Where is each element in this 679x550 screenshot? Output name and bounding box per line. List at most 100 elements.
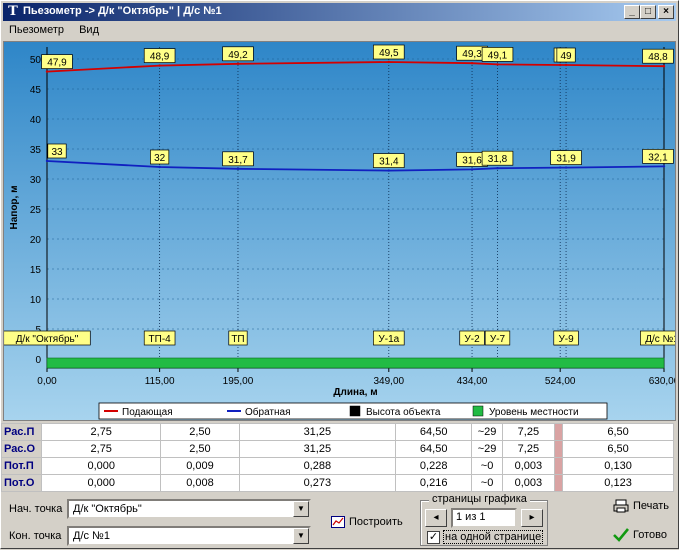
data-point (470, 168, 474, 171)
legend-swatch (349, 405, 361, 417)
maximize-button[interactable]: □ (640, 5, 656, 19)
x-axis-label: Длина, м (333, 387, 377, 398)
x-tick-label: 524,00 (545, 376, 576, 387)
minimize-button[interactable]: _ (624, 5, 640, 19)
legend-label: Подающая (122, 407, 173, 418)
table-cell: 2,75 (41, 440, 162, 458)
data-label: 31,6 (462, 155, 482, 166)
node-label: У-2 (464, 334, 480, 345)
data-point (564, 63, 568, 67)
data-point (558, 166, 562, 169)
y-tick-label: 35 (30, 145, 42, 156)
node-label: У-1а (378, 334, 399, 345)
y-tick-label: 30 (30, 175, 42, 186)
data-label: 31,7 (228, 155, 248, 166)
chevron-down-icon[interactable]: ▼ (293, 501, 309, 517)
table-cell: 0,228 (394, 457, 473, 475)
one-page-label: на одной странице (443, 530, 544, 544)
node-label: ТП (231, 334, 244, 345)
data-point (558, 63, 562, 67)
one-page-checkbox-row[interactable]: ✓ на одной странице (427, 530, 544, 544)
y-tick-label: 10 (30, 295, 42, 306)
x-tick-label: 349,00 (374, 376, 405, 387)
prev-page-button[interactable]: ◂ (425, 509, 447, 527)
legend-label: Уровень местности (489, 407, 579, 418)
start-point-select[interactable]: Д/к "Октябрь" ▼ (67, 499, 311, 519)
node-label: У-9 (558, 334, 574, 345)
data-point (496, 167, 499, 170)
table-cell: 0,273 (238, 474, 396, 492)
y-tick-label: 45 (30, 85, 42, 96)
data-point (45, 70, 49, 73)
table-cell: 7,25 (501, 440, 556, 458)
data-label: 32 (154, 153, 166, 164)
data-label: 33 (51, 147, 63, 158)
data-point (387, 169, 390, 172)
table-cell: 6,50 (562, 423, 674, 441)
piezometer-app-icon: T (8, 4, 18, 19)
table-cell: 64,50 (394, 423, 473, 441)
chart-svg: 05101520253035404550Напор, м0,00 115,00 19… (4, 42, 676, 420)
table-row: Рас.П 2,75 2,50 31,25 64,50 ~29 7,25 6,50 (0, 423, 674, 441)
table-cell: 2,75 (41, 423, 162, 441)
data-point (236, 62, 240, 65)
data-point (564, 166, 568, 169)
menu-piezometer[interactable]: Пьезометр (3, 22, 70, 38)
table-cell (554, 440, 564, 458)
next-page-icon: ▸ (529, 512, 535, 523)
legend-swatch (472, 405, 484, 417)
table-cell: ~0 (471, 474, 503, 492)
y-tick-label: 40 (30, 115, 42, 126)
data-point (158, 64, 161, 67)
one-page-checkbox[interactable]: ✓ (427, 530, 440, 544)
table-cell: 0,003 (501, 457, 556, 475)
table-cell: 0,000 (41, 457, 162, 475)
x-tick-label: 434,00 (457, 376, 488, 387)
x-tick-label: 0,00 (37, 376, 57, 387)
printer-icon (613, 499, 629, 513)
next-page-button[interactable]: ▸ (521, 509, 543, 527)
data-label: 48,8 (648, 52, 668, 63)
data-point (662, 65, 666, 68)
data-point (236, 167, 240, 170)
build-button[interactable]: Построить (331, 516, 403, 528)
data-label: 49,1 (488, 50, 508, 61)
y-tick-label: 25 (30, 205, 42, 216)
table-cell: 0,123 (562, 474, 674, 492)
node-label: У-7 (490, 334, 506, 345)
data-label: 47,9 (47, 58, 67, 69)
table-cell: 2,50 (160, 423, 240, 441)
app-window: T Пьезометр -> Д/к "Октябрь" | Д/с №1 _ … (0, 0, 679, 549)
row-header: Пот.П (0, 457, 43, 475)
x-tick-label: 115,00 (145, 376, 175, 387)
prev-page-icon: ◂ (433, 512, 439, 523)
data-label: 31,8 (488, 154, 508, 165)
table-cell: ~0 (471, 457, 503, 475)
data-point (496, 63, 499, 66)
page-input[interactable]: 1 из 1 (451, 508, 517, 528)
x-tick-label: 195,00 (223, 376, 254, 387)
chevron-down-icon[interactable]: ▼ (293, 528, 309, 544)
data-point (158, 165, 161, 169)
table-cell: 6,50 (562, 440, 674, 458)
table-cell: 0,003 (501, 474, 556, 492)
y-tick-label: 20 (30, 235, 42, 246)
row-header: Пот.О (0, 474, 43, 492)
print-button[interactable]: Печать (613, 499, 669, 513)
data-point (662, 165, 666, 168)
x-tick-label: 630,00 (649, 376, 676, 387)
title-bar[interactable]: T Пьезометр -> Д/к "Октябрь" | Д/с №1 _ … (3, 3, 676, 21)
legend-label: Высота объекта (366, 406, 441, 418)
close-button[interactable]: × (658, 5, 674, 19)
table-cell: 0,216 (394, 474, 473, 492)
legend-label: Обратная (245, 406, 291, 418)
table-row: Пот.П 0,000 0,009 0,288 0,228 ~0 0,003 0,130 (0, 457, 674, 475)
data-point (387, 60, 390, 64)
data-label: 49,2 (228, 50, 248, 61)
menu-view[interactable]: Вид (73, 22, 105, 38)
done-button[interactable]: Готово (613, 528, 667, 542)
node-label: Д/с №1 (645, 334, 676, 345)
end-point-label: Кон. точка (9, 530, 62, 542)
menu-bar: Пьезометр Вид (3, 22, 676, 40)
end-point-select[interactable]: Д/с №1 ▼ (67, 526, 311, 546)
